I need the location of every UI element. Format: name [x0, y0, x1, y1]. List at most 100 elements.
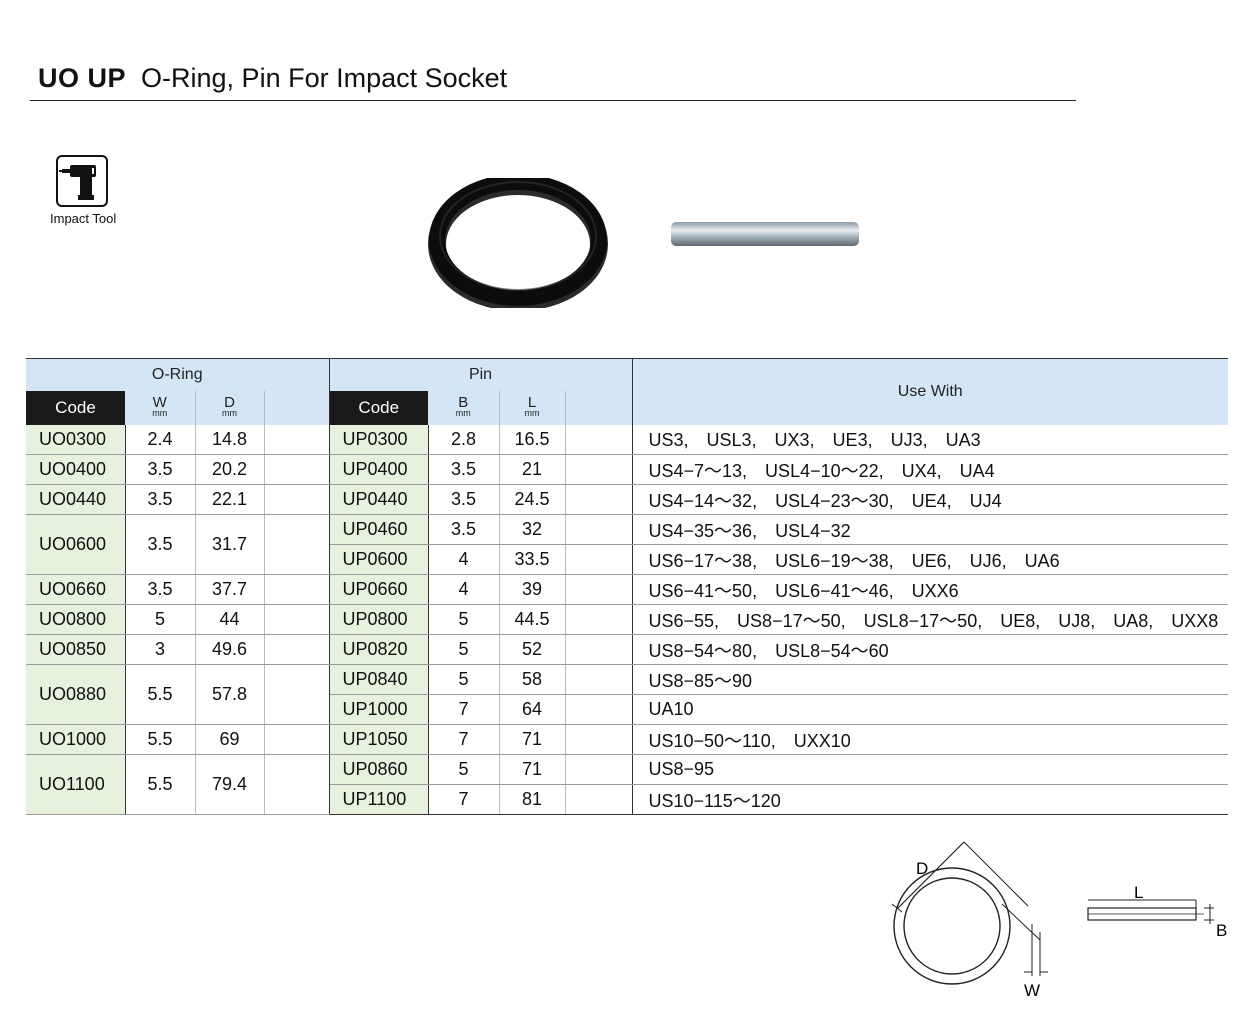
o-ring-w-cell: 3	[125, 634, 196, 665]
pin-b-cell: 2.8	[428, 424, 500, 455]
table-row: UO0880 5.5 57.8 UP0840 5 58 US8−85～90	[26, 664, 1228, 725]
pin-code-cell: UP0840	[329, 664, 429, 695]
o-ring-code-cell: UO1100	[26, 754, 126, 815]
pin-blank-header	[565, 390, 633, 425]
pin-blank-cell	[565, 514, 633, 545]
pin-b-cell: 7	[428, 724, 500, 755]
o-ring-w-cell: 5.5	[125, 724, 196, 755]
title-divider	[30, 100, 1076, 101]
pin-blank-cell	[565, 454, 633, 485]
pin-blank-cell	[565, 634, 633, 665]
pin-code-cell: UP0460	[329, 514, 429, 545]
table-row: UO0660 3.5 37.7 UP0660 4 39 US6−41～50, USL6−41…	[26, 574, 1228, 605]
o-ring-code-cell: UO0800	[26, 604, 126, 635]
o-ring-blank-cell	[264, 424, 330, 455]
use-with-cell: US6−41～50, USL6−41～46, UXX6	[632, 574, 1228, 605]
pin-l-cell: 16.5	[499, 424, 566, 455]
o-ring-blank-cell	[264, 634, 330, 665]
impact-tool-label: Impact Tool	[50, 211, 117, 226]
product-codes: UO UP	[38, 63, 127, 93]
pin-l-cell: 21	[499, 454, 566, 485]
use-with-cell: US10−50～110, UXX10	[632, 724, 1228, 755]
o-ring-w-cell: 3.5	[125, 454, 196, 485]
pin-blank-cell	[565, 784, 633, 815]
bore-label: B	[1216, 921, 1227, 940]
pin-l-cell: 33.5	[499, 544, 566, 575]
use-with-cell: US3, USL3, UX3, UE3, UJ3, UA3	[632, 424, 1228, 455]
pin-b-cell: 4	[428, 544, 500, 575]
pin-code-cell: UP0860	[329, 754, 429, 785]
o-ring-w-cell: 5.5	[125, 754, 196, 815]
table-row: UO1100 5.5 79.4 UP0860 5 71 US8−95	[26, 754, 1228, 815]
o-ring-code-cell: UO0440	[26, 484, 126, 515]
o-ring-d-cell: 44	[195, 604, 265, 635]
page-title: UO UP O-Ring, Pin For Impact Socket	[38, 60, 507, 96]
o-ring-code-cell: UO0400	[26, 454, 126, 485]
o-ring-d-cell: 57.8	[195, 664, 265, 725]
pin-l-cell: 52	[499, 634, 566, 665]
o-ring-blank-cell	[264, 574, 330, 605]
use-with-cell: US4−14～32, USL4−23～30, UE4, UJ4	[632, 484, 1228, 515]
pin-code-cell: UP0820	[329, 634, 429, 665]
pin-l-cell: 39	[499, 574, 566, 605]
o-ring-blank-cell	[264, 664, 330, 725]
o-ring-dimension-diagram: D W	[888, 836, 1058, 1011]
diameter-label: D	[916, 859, 928, 878]
use-with-cell: US6−55, US8−17～50, USL8−17～50, UE8, UJ8,…	[632, 604, 1228, 635]
o-ring-code-cell: UO0600	[26, 514, 126, 575]
pin-b-cell: 3.5	[428, 454, 500, 485]
o-ring-w-cell: 5.5	[125, 664, 196, 725]
pin-code-header: Code	[329, 390, 428, 425]
pin-code-cell: UP1100	[329, 784, 429, 815]
o-ring-w-cell: 3.5	[125, 484, 196, 515]
pin-blank-cell	[565, 604, 633, 635]
pin-l-cell: 71	[499, 754, 566, 785]
o-ring-blank-cell	[264, 604, 330, 635]
pin-group-header: Pin	[329, 358, 633, 391]
o-ring-blank-cell	[264, 724, 330, 755]
pin-blank-cell	[565, 694, 633, 725]
pin-b-cell: 5	[428, 754, 500, 785]
o-ring-photo	[428, 174, 612, 313]
pin-code-cell: UP0800	[329, 604, 429, 635]
o-ring-code-header: Code	[26, 390, 125, 425]
pin-b-cell: 7	[428, 694, 500, 725]
o-ring-code-cell: UO0300	[26, 424, 126, 455]
table-row: UO0800 5 44 UP0800 5 44.5 US6−55, US8−17～50, U…	[26, 604, 1228, 635]
o-ring-code-cell: UO0880	[26, 664, 126, 725]
pin-blank-cell	[565, 664, 633, 695]
o-ring-blank-cell	[264, 454, 330, 485]
pin-b-cell: 4	[428, 574, 500, 605]
table-row: UO1000 5.5 69 UP1050 7 71 US10−50～110, UXX10	[26, 724, 1228, 755]
o-ring-d-cell: 22.1	[195, 484, 265, 515]
pin-photo	[668, 218, 868, 259]
pin-blank-cell	[565, 574, 633, 605]
table-row: UO0850 3 49.6 UP0820 5 52 US8−54～80, USL8−54～6…	[26, 634, 1228, 665]
pin-code-cell: UP0300	[329, 424, 429, 455]
o-ring-d-cell: 49.6	[195, 634, 265, 665]
pin-b-cell: 3.5	[428, 514, 500, 545]
pin-b-cell: 7	[428, 784, 500, 815]
pin-b-cell: 5	[428, 664, 500, 695]
o-ring-w-header: Wmm	[125, 390, 196, 425]
pin-b-cell: 5	[428, 604, 500, 635]
o-ring-blank-cell	[264, 754, 330, 815]
o-ring-d-header: Dmm	[195, 390, 265, 425]
o-ring-blank-header	[264, 390, 330, 425]
pin-l-cell: 44.5	[499, 604, 566, 635]
o-ring-d-cell: 31.7	[195, 514, 265, 575]
pin-l-cell: 24.5	[499, 484, 566, 515]
use-with-cell: US10−115～120	[632, 784, 1228, 815]
use-with-cell: US4−7～13, USL4−10～22, UX4, UA4	[632, 454, 1228, 485]
use-with-cell: US8−54～80, USL8−54～60	[632, 634, 1228, 665]
table-row: UO0400 3.5 20.2 UP0400 3.5 21 US4−7～13, USL4−1…	[26, 454, 1228, 485]
pin-code-cell: UP1050	[329, 724, 429, 755]
use-with-cell: US6−17～38, USL6−19～38, UE6, UJ6, UA6	[632, 544, 1228, 575]
pin-l-cell: 81	[499, 784, 566, 815]
o-ring-d-cell: 14.8	[195, 424, 265, 455]
o-ring-blank-cell	[264, 514, 330, 575]
pin-blank-cell	[565, 484, 633, 515]
pin-code-cell: UP0600	[329, 544, 429, 575]
use-with-header: Use With	[631, 358, 1228, 425]
spec-table: O-Ring Pin Use With Code Wmm Dmm Code Bm…	[26, 358, 1228, 815]
